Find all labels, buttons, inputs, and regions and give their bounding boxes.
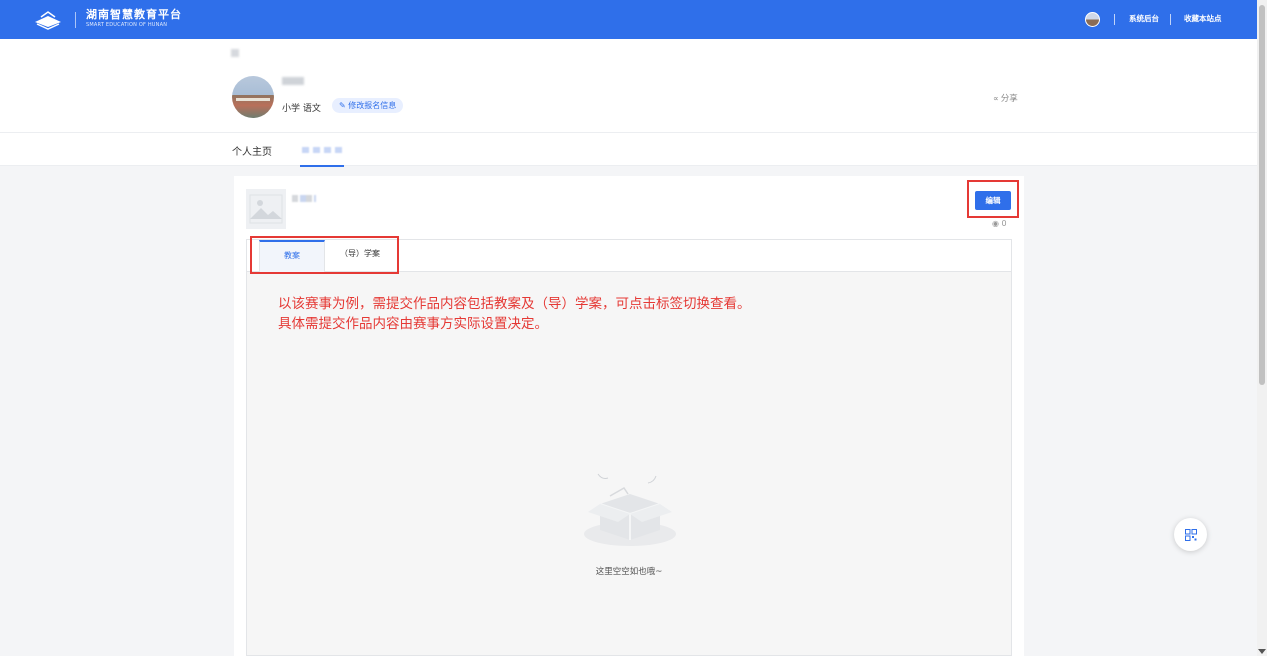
annotation-note: 以该赛事为例，需提交作品内容包括教案及（导）学案，可点击标签切换查看。 具体需提… — [278, 294, 751, 334]
image-placeholder-icon — [249, 194, 283, 224]
view-count-value: 0 — [1001, 219, 1007, 228]
profile-avatar — [232, 76, 274, 118]
logo-title: 湖南智慧教育平台 — [86, 8, 182, 21]
scroll-down-icon[interactable] — [1258, 649, 1266, 654]
tab-competition[interactable] — [300, 141, 344, 167]
annotation-line: 具体需提交作品内容由赛事方实际设置决定。 — [278, 316, 548, 332]
share-icon: ∝ — [993, 94, 999, 103]
top-divider — [1170, 14, 1171, 25]
qr-code-icon — [1184, 528, 1197, 541]
empty-box-icon — [584, 473, 676, 546]
bookmark-link[interactable]: 收藏本站点 — [1184, 13, 1222, 24]
top-divider — [1114, 14, 1115, 25]
tab-competition-redacted — [302, 147, 342, 153]
view-count: ◉ 0 — [992, 219, 1007, 228]
eye-icon: ◉ — [992, 219, 1002, 228]
logo-book-icon[interactable] — [33, 10, 63, 30]
logo-divider — [75, 12, 76, 28]
work-card: 编辑 ◉ 0 教案 （导）学案 以该赛事为例，需提交作品内容包括教案及（导）学案… — [234, 176, 1024, 656]
user-avatar[interactable] — [1085, 12, 1100, 27]
share-button[interactable]: ∝ 分享 — [993, 92, 1018, 104]
annotation-line: 以该赛事为例，需提交作品内容包括教案及（导）学案，可点击标签切换查看。 — [278, 296, 751, 312]
profile-nav: 个人主页 — [0, 132, 1257, 167]
admin-link[interactable]: 系统后台 — [1129, 13, 1159, 24]
profile-name-redacted — [282, 77, 304, 85]
page-scrollbar[interactable] — [1257, 0, 1267, 656]
edit-registration-button[interactable]: ✎ 修改报名信息 — [332, 98, 404, 113]
breadcrumb-redacted — [231, 49, 239, 57]
pencil-icon: ✎ — [339, 101, 349, 110]
edit-button[interactable]: 编辑 — [975, 191, 1011, 210]
work-thumbnail — [246, 189, 286, 229]
profile-header: 小学 语文 ✎ 修改报名信息 ∝ 分享 — [0, 39, 1257, 132]
work-title-redacted — [292, 195, 316, 202]
logo-subtitle: SMART EDUCATION OF HUNAN — [86, 22, 168, 28]
tab-home[interactable]: 个人主页 — [232, 143, 272, 158]
site-logo[interactable]: 湖南智慧教育平台 SMART EDUCATION OF HUNAN — [86, 8, 182, 29]
profile-subject: 小学 语文 — [282, 104, 321, 114]
scrollbar-thumb[interactable] — [1259, 5, 1265, 385]
tabs-highlight-box — [250, 236, 399, 274]
qr-code-button[interactable] — [1174, 518, 1207, 551]
share-label: 分享 — [1000, 94, 1018, 104]
tab-active-indicator — [300, 165, 344, 167]
work-content-panel: 教案 （导）学案 以该赛事为例，需提交作品内容包括教案及（导）学案，可点击标签切… — [246, 236, 1012, 656]
edit-registration-label: 修改报名信息 — [348, 101, 397, 110]
empty-state-text: 这里空空如也哦~ — [595, 567, 663, 577]
top-bar: 湖南智慧教育平台 SMART EDUCATION OF HUNAN 系统后台 收… — [0, 0, 1257, 39]
